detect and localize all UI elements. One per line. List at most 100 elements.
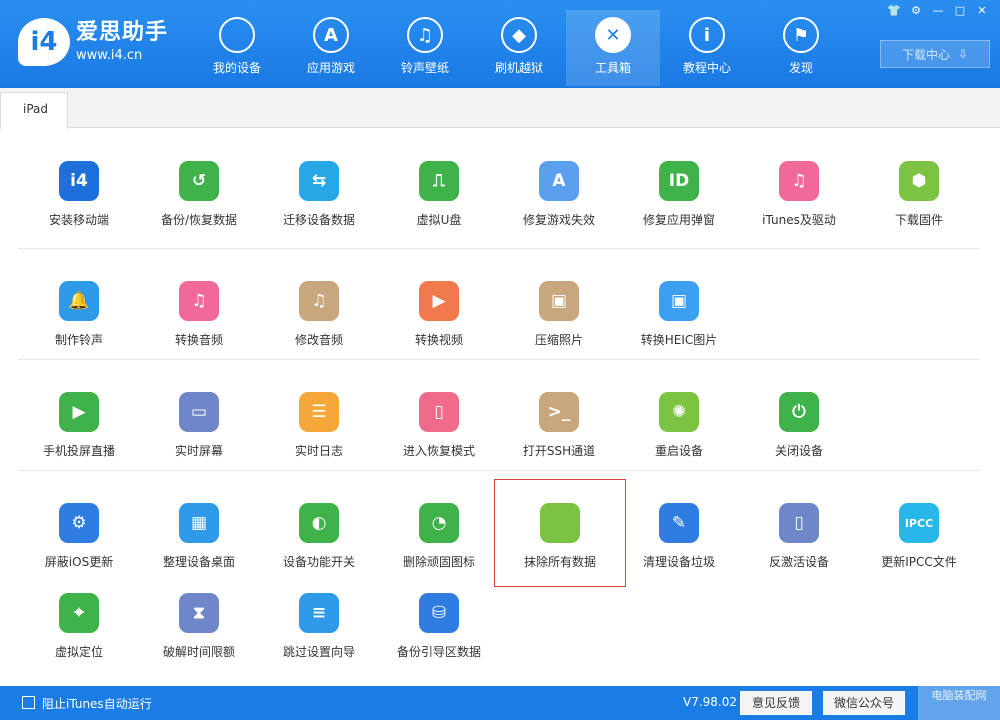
nav-tutorials[interactable]: i 教程中心 bbox=[660, 10, 754, 86]
tool-label: iTunes及驱动 bbox=[762, 213, 836, 227]
tool-fix-game[interactable]: A 修复游戏失效 bbox=[499, 145, 619, 235]
tool-label: 转换音频 bbox=[174, 333, 223, 347]
virtual-location-icon: ⌖ bbox=[59, 593, 99, 633]
tool-recovery-mode[interactable]: ▯ 进入恢复模式 bbox=[379, 376, 499, 466]
tool-label: 修改音频 bbox=[294, 333, 343, 347]
tool-label: 制作铃声 bbox=[54, 333, 103, 347]
tool-backup-restore[interactable]: ↺ 备份/恢复数据 bbox=[139, 145, 259, 235]
tool-delete-icons[interactable]: ◔ 删除顽固图标 bbox=[379, 487, 499, 577]
tool-label: 压缩照片 bbox=[534, 333, 583, 347]
migrate-data-icon: ⇆ bbox=[299, 161, 339, 201]
tool-deactivate-device[interactable]: ▯ 反激活设备 bbox=[739, 487, 859, 577]
tool-label: 转换HEIC图片 bbox=[640, 333, 718, 347]
tool-realtime-log[interactable]: ☰ 实时日志 bbox=[259, 376, 379, 466]
realtime-log-icon: ☰ bbox=[299, 392, 339, 432]
window-controls: 👕 ⚙ — □ ✕ bbox=[886, 4, 990, 18]
edit-audio-icon: ♫ bbox=[299, 281, 339, 321]
brand-url: www.i4.cn bbox=[76, 48, 143, 63]
close-icon[interactable]: ✕ bbox=[974, 4, 990, 18]
tool-label: 虚拟定位 bbox=[54, 645, 103, 659]
update-ipcc-icon: IPCC bbox=[899, 503, 939, 543]
tool-label: 转换视频 bbox=[414, 333, 463, 347]
nav-flash-jailbreak[interactable]: ◆ 刷机越狱 bbox=[472, 10, 566, 86]
tool-label: 跳过设置向导 bbox=[282, 645, 355, 659]
tool-label: 实时屏幕 bbox=[174, 444, 223, 458]
tool-label: 打开SSH通道 bbox=[522, 444, 596, 458]
tool-label: 修复游戏失效 bbox=[522, 213, 595, 227]
tool-itunes-driver[interactable]: ♫ iTunes及驱动 bbox=[739, 145, 859, 235]
tool-migrate-data[interactable]: ⇆ 迁移设备数据 bbox=[259, 145, 379, 235]
convert-heic-icon: ▣ bbox=[659, 281, 699, 321]
crack-screen-time-icon: ⧗ bbox=[179, 593, 219, 633]
tool-download-firmware[interactable]: ⬢ 下载固件 bbox=[859, 145, 979, 235]
tool-backup-boot-data[interactable]: ⛁ 备份引导区数据 bbox=[379, 577, 499, 667]
nav-label: 发现 bbox=[788, 61, 813, 75]
nav-toolbox[interactable]: ✕ 工具箱 bbox=[566, 10, 660, 86]
tool-install-mobile[interactable]: i4 安装移动端 bbox=[19, 145, 139, 235]
tool-skip-setup[interactable]: ≡ 跳过设置向导 bbox=[259, 577, 379, 667]
convert-audio-icon: ♫ bbox=[179, 281, 219, 321]
tool-label: 迁移设备数据 bbox=[282, 213, 355, 227]
tool-feature-switch[interactable]: ◐ 设备功能开关 bbox=[259, 487, 379, 577]
tool-convert-heic[interactable]: ▣ 转换HEIC图片 bbox=[619, 265, 739, 355]
block-itunes-label: 阻止iTunes自动运行 bbox=[42, 697, 152, 711]
tool-clean-junk[interactable]: ✎ 清理设备垃圾 bbox=[619, 487, 739, 577]
download-center-button[interactable]: 下载中心 ⇩ bbox=[880, 40, 990, 68]
block-itunes-checkbox[interactable] bbox=[22, 696, 35, 709]
tool-reboot-device[interactable]: ✺ 重启设备 bbox=[619, 376, 739, 466]
recovery-mode-icon: ▯ bbox=[419, 392, 459, 432]
version-label: V7.98.02 bbox=[683, 695, 738, 709]
deactivate-device-icon: ▯ bbox=[779, 503, 819, 543]
tool-label: 清理设备垃圾 bbox=[642, 555, 715, 569]
tool-edit-audio[interactable]: ♫ 修改音频 bbox=[259, 265, 379, 355]
tool-virtual-location[interactable]: ⌖ 虚拟定位 bbox=[19, 577, 139, 667]
minimize-icon[interactable]: — bbox=[930, 4, 946, 18]
tool-label: 抹除所有数据 bbox=[523, 555, 596, 569]
maximize-icon[interactable]: □ bbox=[952, 4, 968, 18]
tool-screen-mirror[interactable]: ▶ 手机投屏直播 bbox=[19, 376, 139, 466]
wechat-button[interactable]: 微信公众号 bbox=[823, 691, 905, 715]
tool-crack-screen-time[interactable]: ⧗ 破解时间限额 bbox=[139, 577, 259, 667]
download-center-label: 下载中心 bbox=[901, 47, 950, 62]
nav-apps-games[interactable]: A 应用游戏 bbox=[284, 10, 378, 86]
screen-mirror-icon: ▶ bbox=[59, 392, 99, 432]
tool-label: 破解时间限额 bbox=[162, 645, 235, 659]
tool-label: 设备功能开关 bbox=[282, 555, 355, 569]
download-icon: ⇩ bbox=[957, 47, 969, 61]
app-store-icon: A bbox=[313, 17, 349, 53]
nav-label: 教程中心 bbox=[682, 61, 731, 75]
tool-fix-app-popup[interactable]: ID 修复应用弹窗 bbox=[619, 145, 739, 235]
tool-update-ipcc[interactable]: IPCC 更新IPCC文件 bbox=[859, 487, 979, 577]
block-ios-update-icon: ⚙ bbox=[59, 503, 99, 543]
settings-icon[interactable]: ⚙ bbox=[908, 4, 924, 18]
tool-realtime-screen[interactable]: ▭ 实时屏幕 bbox=[139, 376, 259, 466]
tool-organize-desktop[interactable]: ▦ 整理设备桌面 bbox=[139, 487, 259, 577]
status-bar: 阻止iTunes自动运行 V7.98.02 意见反馈 微信公众号 bbox=[0, 686, 1000, 720]
itunes-driver-icon: ♫ bbox=[779, 161, 819, 201]
tool-convert-audio[interactable]: ♫ 转换音频 bbox=[139, 265, 259, 355]
fix-app-popup-icon: ID bbox=[659, 161, 699, 201]
realtime-screen-icon: ▭ bbox=[179, 392, 219, 432]
convert-video-icon: ▶ bbox=[419, 281, 459, 321]
tool-open-ssh[interactable]: >_ 打开SSH通道 bbox=[499, 376, 619, 466]
tool-label: 下载固件 bbox=[894, 213, 943, 227]
erase-all-data-icon bbox=[540, 503, 580, 543]
tool-virtual-udisk[interactable]: ⎍ 虚拟U盘 bbox=[379, 145, 499, 235]
make-ringtone-icon: 🔔 bbox=[59, 281, 99, 321]
skin-icon[interactable]: 👕 bbox=[886, 4, 902, 18]
tool-erase-all-data[interactable]: 抹除所有数据 bbox=[494, 479, 626, 587]
nav-ringtones-wallpapers[interactable]: ♫ 铃声壁纸 bbox=[378, 10, 472, 86]
nav-my-device[interactable]: 我的设备 bbox=[190, 10, 284, 86]
feedback-button[interactable]: 意见反馈 bbox=[740, 691, 812, 715]
tool-compress-photo[interactable]: ▣ 压缩照片 bbox=[499, 265, 619, 355]
tool-block-ios-update[interactable]: ⚙ 屏蔽iOS更新 bbox=[19, 487, 139, 577]
tool-make-ringtone[interactable]: 🔔 制作铃声 bbox=[19, 265, 139, 355]
tool-shutdown-device[interactable]: ⏻ 关闭设备 bbox=[739, 376, 859, 466]
nav-label: 铃声壁纸 bbox=[400, 61, 449, 75]
tool-convert-video[interactable]: ▶ 转换视频 bbox=[379, 265, 499, 355]
nav-discover[interactable]: ⚑ 发现 bbox=[754, 10, 848, 86]
tool-label: 重启设备 bbox=[654, 444, 703, 458]
tab-ipad[interactable]: iPad bbox=[0, 92, 68, 129]
tool-label: 屏蔽iOS更新 bbox=[44, 555, 114, 569]
nav-label: 工具箱 bbox=[594, 61, 631, 75]
